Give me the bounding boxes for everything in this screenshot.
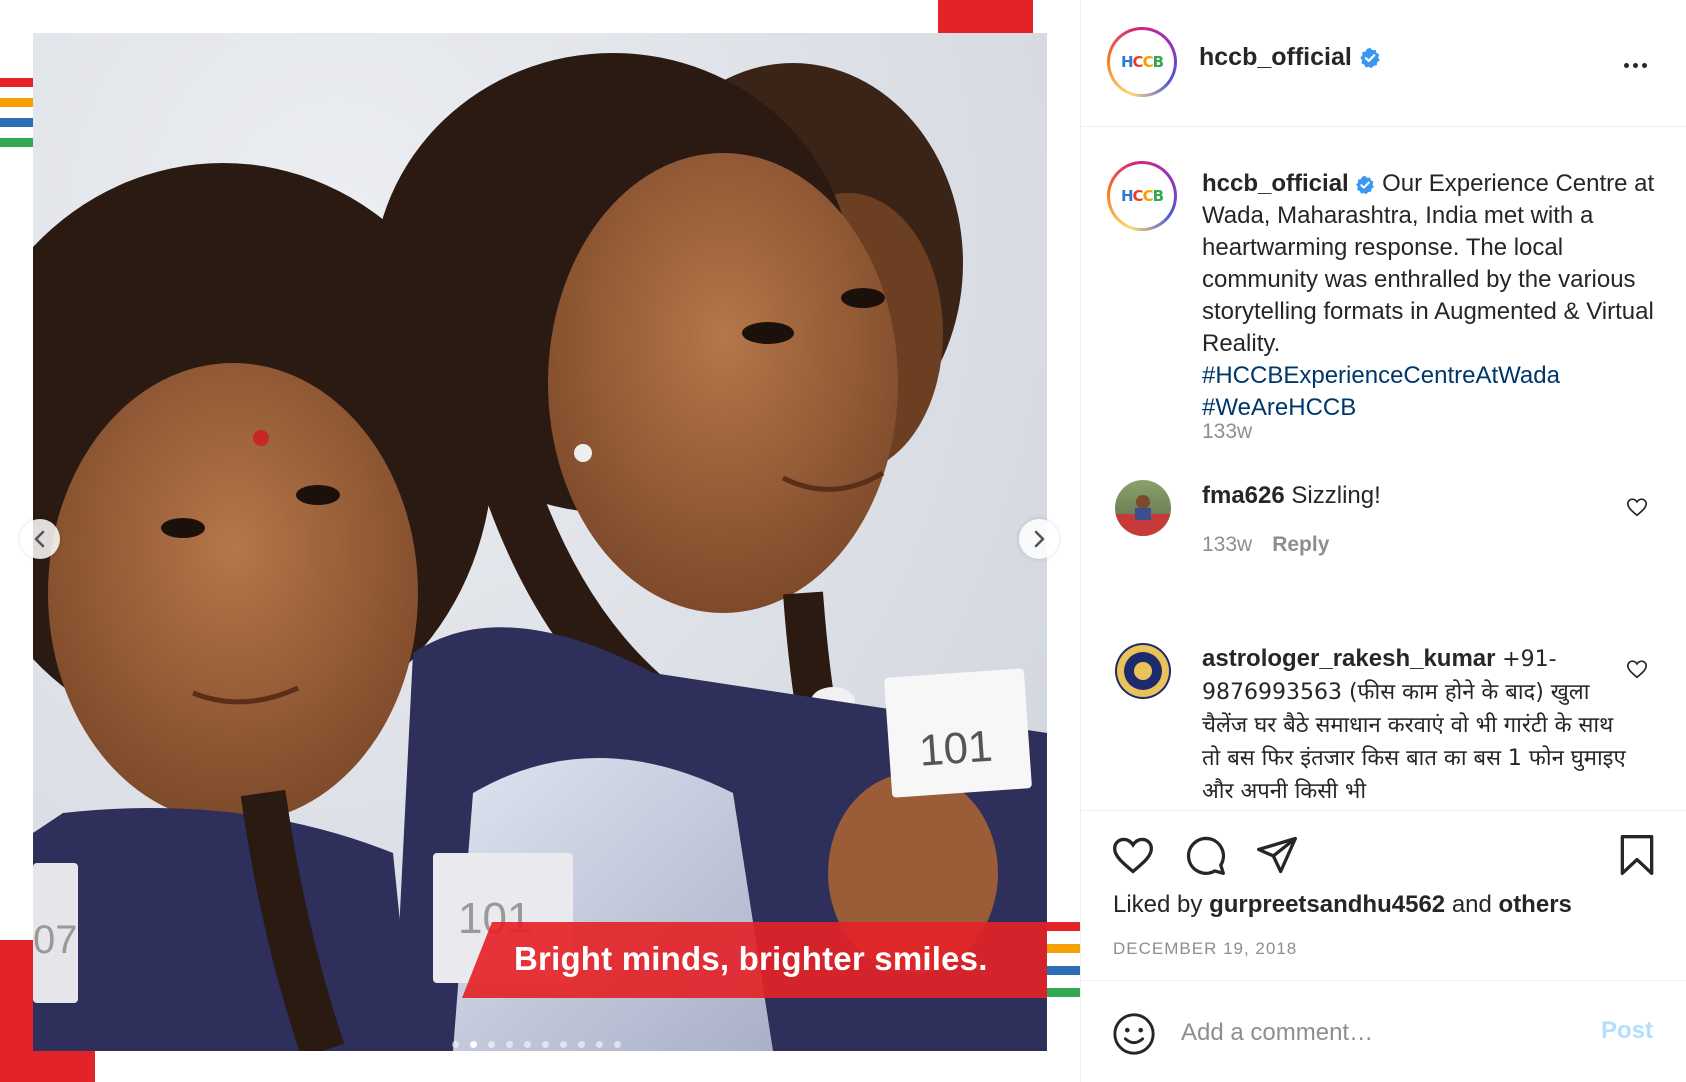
verified-badge-icon bbox=[1356, 175, 1375, 194]
post-side-panel: HCCB hccb_official HCCB hccb_official Ou… bbox=[1080, 0, 1686, 1082]
comment-body: Sizzling! bbox=[1291, 482, 1381, 509]
hccb-logo: HCCB bbox=[1120, 187, 1164, 205]
liked-by-prefix: Liked by bbox=[1113, 891, 1203, 918]
avatar-logo: HCCB bbox=[1110, 164, 1174, 228]
hashtag-link[interactable]: #WeAreHCCB bbox=[1202, 392, 1672, 424]
comment-meta: 133w Reply bbox=[1202, 533, 1329, 557]
avatar-image bbox=[1117, 645, 1169, 697]
comment-time[interactable]: 133w bbox=[1202, 533, 1252, 556]
comment-username[interactable]: fma626 bbox=[1202, 482, 1285, 509]
post-media-area: 101 101 07 Bright minds, brighter smiles… bbox=[0, 0, 1080, 1082]
hashtag-link[interactable]: #HCCBExperienceCentreAtWada bbox=[1202, 360, 1672, 392]
carousel-dot[interactable] bbox=[506, 1041, 513, 1048]
caption-time[interactable]: 133w bbox=[1202, 420, 1252, 444]
avatar-image bbox=[1115, 495, 1171, 536]
card-number-main: 101 bbox=[917, 722, 994, 776]
bookmark-icon[interactable] bbox=[1615, 833, 1659, 877]
liked-by-others-link[interactable]: others bbox=[1499, 891, 1572, 918]
carousel-prev-button[interactable] bbox=[20, 519, 60, 559]
caption-time-text[interactable]: 133w bbox=[1202, 420, 1252, 443]
comment-like-heart-icon[interactable] bbox=[1626, 496, 1648, 518]
verified-badge-icon bbox=[1360, 48, 1380, 69]
commenter-avatar[interactable] bbox=[1115, 643, 1171, 699]
commenter-avatar[interactable] bbox=[1115, 480, 1171, 536]
comment-icon[interactable] bbox=[1183, 833, 1227, 877]
card-number-left: 07 bbox=[33, 918, 78, 962]
carousel-dot[interactable] bbox=[452, 1041, 459, 1048]
reply-button[interactable]: Reply bbox=[1272, 533, 1329, 556]
add-comment-bar: Post bbox=[1081, 980, 1686, 1082]
liked-by-joiner: and bbox=[1451, 891, 1492, 918]
liked-by-text: Liked by gurpreetsandhu4562 and others bbox=[1113, 891, 1572, 919]
hccb-logo: HCCB bbox=[1120, 53, 1164, 71]
comment-username[interactable]: astrologer_rakesh_kumar bbox=[1202, 645, 1495, 672]
carousel-dots bbox=[452, 1041, 621, 1048]
share-icon[interactable] bbox=[1255, 833, 1299, 877]
post-header: HCCB hccb_official bbox=[1081, 0, 1686, 127]
header-username[interactable]: hccb_official bbox=[1199, 43, 1381, 72]
post-caption: hccb_official Our Experience Centre at W… bbox=[1202, 168, 1672, 424]
emoji-icon[interactable] bbox=[1111, 1011, 1157, 1057]
carousel-dot[interactable] bbox=[542, 1041, 549, 1048]
post-date[interactable]: DECEMBER 19, 2018 bbox=[1113, 939, 1297, 959]
heart-icon[interactable] bbox=[1111, 833, 1155, 877]
post-actions: Liked by gurpreetsandhu4562 and others D… bbox=[1081, 810, 1686, 980]
post-comment-button[interactable]: Post bbox=[1601, 1017, 1653, 1045]
post-photo: 101 101 07 bbox=[33, 33, 1047, 1051]
caption-text: Our Experience Centre at Wada, Maharasht… bbox=[1202, 170, 1655, 357]
carousel-dot[interactable] bbox=[524, 1041, 531, 1048]
image-caption-banner: Bright minds, brighter smiles. bbox=[462, 922, 1047, 998]
image-caption-text: Bright minds, brighter smiles. bbox=[514, 940, 988, 977]
carousel-dot[interactable] bbox=[560, 1041, 567, 1048]
comment-like-heart-icon[interactable] bbox=[1626, 658, 1648, 680]
chevron-left-icon bbox=[34, 530, 45, 548]
chevron-right-icon bbox=[1034, 530, 1045, 548]
carousel-next-button[interactable] bbox=[1019, 519, 1059, 559]
carousel-dot[interactable] bbox=[488, 1041, 495, 1048]
photo-illustration: 101 101 07 bbox=[33, 53, 1047, 1051]
caption-avatar[interactable]: HCCB bbox=[1107, 161, 1177, 231]
comment: astrologer_rakesh_kumar +91-9876993563 (… bbox=[1202, 643, 1632, 808]
avatar-logo: HCCB bbox=[1110, 30, 1174, 94]
comments-scroll-area[interactable]: HCCB hccb_official Our Experience Centre… bbox=[1081, 128, 1686, 810]
more-options-icon[interactable] bbox=[1617, 55, 1653, 75]
header-avatar[interactable]: HCCB bbox=[1107, 27, 1177, 97]
comment-input[interactable] bbox=[1181, 1013, 1561, 1053]
caption-username[interactable]: hccb_official bbox=[1202, 170, 1349, 197]
carousel-dot[interactable] bbox=[614, 1041, 621, 1048]
carousel-dot[interactable] bbox=[596, 1041, 603, 1048]
liked-by-user-link[interactable]: gurpreetsandhu4562 bbox=[1209, 891, 1445, 918]
username-text[interactable]: hccb_official bbox=[1199, 43, 1352, 71]
comment: fma626 Sizzling! bbox=[1202, 480, 1622, 512]
carousel-dot-active[interactable] bbox=[470, 1041, 477, 1048]
carousel-dot[interactable] bbox=[578, 1041, 585, 1048]
